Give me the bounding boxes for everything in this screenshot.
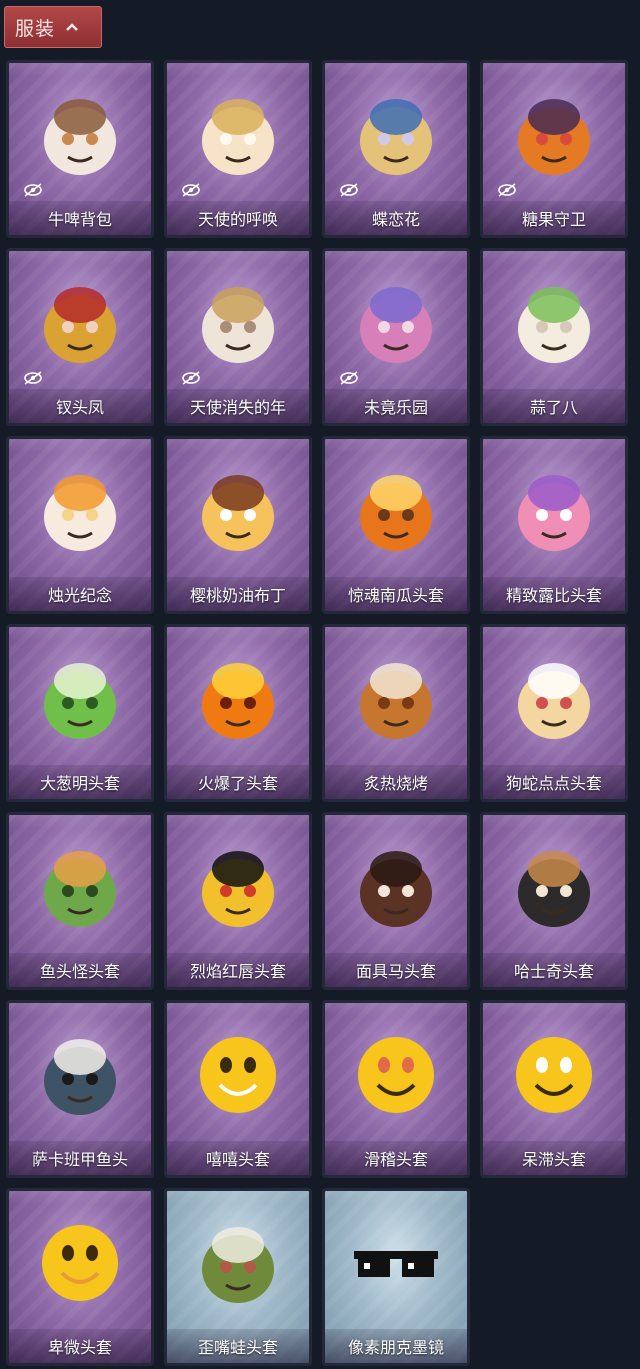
costume-card[interactable]: 滑稽头套 [322,1000,470,1178]
costume-name: 炙热烧烤 [325,765,467,799]
costume-card[interactable]: 未竟乐园 [322,248,470,426]
costume-card[interactable]: 天使消失的年 [164,248,312,426]
costume-card[interactable]: 歪嘴蛙头套 [164,1188,312,1366]
costume-name: 大葱明头套 [9,765,151,799]
costume-grid: 牛啤背包 天使的呼唤 蝶恋花 糖果守卫 钗头凤 天使消失的年 未竟乐园 蒜了八 … [6,60,628,1366]
fire-face-icon [190,647,286,751]
pudding-icon [190,459,286,563]
costume-card[interactable]: 面具马头套 [322,812,470,990]
costume-section-toggle[interactable]: 服装 [4,6,102,48]
costume-card[interactable]: 蒜了八 [480,248,628,426]
costume-name: 火爆了头套 [167,765,309,799]
costume-name: 精致露比头套 [483,577,625,611]
costume-name: 呆滞头套 [483,1141,625,1175]
costume-name: 卑微头套 [9,1329,151,1363]
eye-off-icon[interactable] [23,183,43,197]
costume-name: 烛光纪念 [9,577,151,611]
smirk-emoji-icon [348,1023,444,1127]
fish-mask-icon [32,835,128,939]
costume-name: 糖果守卫 [483,201,625,235]
costume-name: 萨卡班甲鱼头 [9,1141,151,1175]
costume-card[interactable]: 牛啤背包 [6,60,154,238]
green-onion-icon [32,647,128,751]
costume-name: 嘻嘻头套 [167,1141,309,1175]
eye-off-icon[interactable] [339,371,359,385]
costume-name: 未竟乐园 [325,389,467,423]
costume-name: 惊魂南瓜头套 [325,577,467,611]
costume-card[interactable]: 大葱明头套 [6,624,154,802]
costume-card[interactable]: 烛光纪念 [6,436,154,614]
yellow-mask-sunglasses-icon [190,835,286,939]
wonderland-doll-icon [348,271,444,375]
costume-card[interactable]: 哈士奇头套 [480,812,628,990]
costume-name: 狗蛇点点头套 [483,765,625,799]
bbq-meat-icon [348,647,444,751]
butterfly-bell-icon [348,83,444,187]
stunned-emoji-icon [506,1023,602,1127]
costume-card[interactable]: 钗头凤 [6,248,154,426]
chevron-up-icon [66,23,78,31]
candle-icon [32,459,128,563]
frog-mask-icon [190,1211,286,1315]
costume-name: 烈焰红唇头套 [167,953,309,987]
costume-name: 蒜了八 [483,389,625,423]
costume-card[interactable]: 呆滞头套 [480,1000,628,1178]
costume-name: 像素朋克墨镜 [325,1329,467,1363]
grin-emoji-icon [190,1023,286,1127]
costume-name: 歪嘴蛙头套 [167,1329,309,1363]
costume-name: 天使消失的年 [167,389,309,423]
snake-dog-icon [506,647,602,751]
pink-bear-icon [506,459,602,563]
eye-off-icon[interactable] [181,371,201,385]
costume-card[interactable]: 鱼头怪头套 [6,812,154,990]
costume-name: 蝶恋花 [325,201,467,235]
eye-off-icon[interactable] [23,371,43,385]
eye-off-icon[interactable] [181,183,201,197]
costume-name: 哈士奇头套 [483,953,625,987]
costume-card[interactable]: 烈焰红唇头套 [164,812,312,990]
costume-card[interactable]: 天使的呼唤 [164,60,312,238]
sacabambaspis-icon [32,1023,128,1127]
horse-mask-icon [348,835,444,939]
costume-card[interactable]: 火爆了头套 [164,624,312,802]
costume-card[interactable]: 狗蛇点点头套 [480,624,628,802]
costume-card[interactable]: 精致露比头套 [480,436,628,614]
costume-card[interactable]: 萨卡班甲鱼头 [6,1000,154,1178]
phoenix-crown-icon [32,271,128,375]
costume-card[interactable]: 惊魂南瓜头套 [322,436,470,614]
costume-name: 滑稽头套 [325,1141,467,1175]
costume-name: 钗头凤 [9,389,151,423]
costume-card[interactable]: 卑微头套 [6,1188,154,1366]
pumpkin-guard-icon [506,83,602,187]
costume-name: 天使的呼唤 [167,201,309,235]
costume-card[interactable]: 炙热烧烤 [322,624,470,802]
pixel-sunglasses-icon [348,1211,444,1315]
veiled-angel-icon [190,271,286,375]
section-title: 服装 [15,17,56,40]
shy-emoji-icon [32,1211,128,1315]
angel-charm-icon [190,83,286,187]
costume-card[interactable]: 像素朋克墨镜 [322,1188,470,1366]
costume-name: 樱桃奶油布丁 [167,577,309,611]
costume-card[interactable]: 樱桃奶油布丁 [164,436,312,614]
jack-o-lantern-icon [348,459,444,563]
costume-card[interactable]: 蝶恋花 [322,60,470,238]
costume-card[interactable]: 嘻嘻头套 [164,1000,312,1178]
husky-sunglasses-icon [506,835,602,939]
cow-backpack-icon [32,83,128,187]
costume-name: 牛啤背包 [9,201,151,235]
costume-name: 面具马头套 [325,953,467,987]
eye-off-icon[interactable] [497,183,517,197]
eye-off-icon[interactable] [339,183,359,197]
costume-name: 鱼头怪头套 [9,953,151,987]
costume-card[interactable]: 糖果守卫 [480,60,628,238]
garlic-icon [506,271,602,375]
